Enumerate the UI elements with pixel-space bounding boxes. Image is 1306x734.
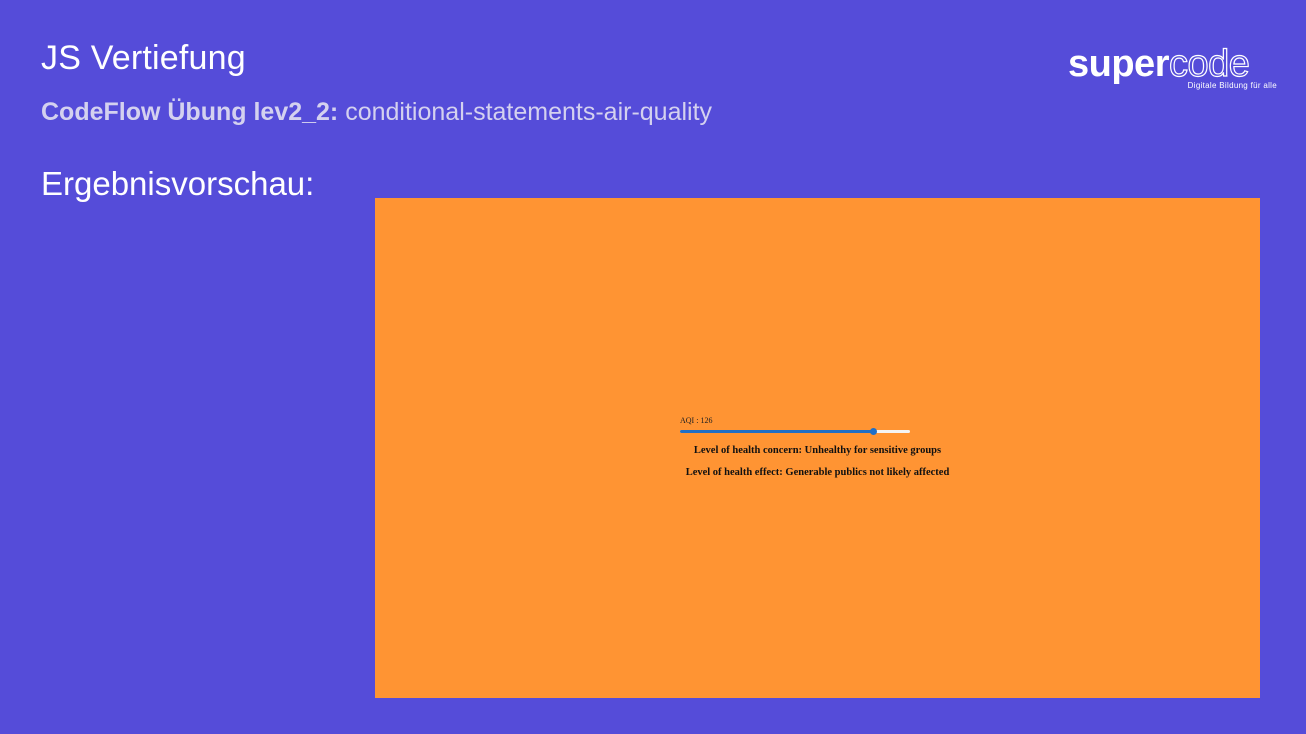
aqi-slider[interactable] (680, 427, 910, 435)
result-preview: AQI : 126 Level of health concern: Unhea… (375, 198, 1260, 698)
aqi-slider-thumb[interactable] (870, 428, 877, 435)
exercise-label: CodeFlow Übung lev2_2: (41, 98, 339, 126)
logo-wordmark: supercode (1068, 43, 1250, 85)
health-effect-text: Level of health effect: Generable public… (685, 467, 950, 478)
result-preview-heading: Ergebnisvorschau: (41, 165, 315, 202)
logo-tagline: Digitale Bildung für alle (1187, 81, 1277, 90)
logo-word-super: super (1068, 43, 1169, 85)
exercise-name: conditional-statements-air-quality (338, 98, 713, 126)
logo-word-code: code (1168, 43, 1250, 85)
aqi-slider-fill (680, 430, 873, 433)
supercode-logo: supercode Digitale Bildung für alle (1068, 43, 1278, 94)
slide-title: JS Vertiefung (41, 39, 246, 77)
exercise-subtitle: CodeFlow Übung lev2_2: conditional-state… (41, 96, 712, 128)
aqi-widget: AQI : 126 (680, 416, 960, 435)
health-concern-text: Level of health concern: Unhealthy for s… (693, 445, 942, 456)
aqi-label: AQI : 126 (680, 416, 713, 425)
